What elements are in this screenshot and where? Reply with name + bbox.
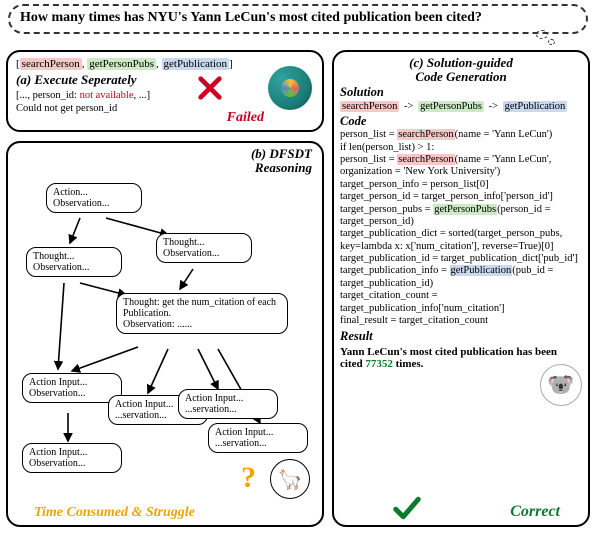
ai2b: ...servation... <box>115 410 167 421</box>
c5: target_person_id = target_person_info['p… <box>340 191 553 202</box>
spiral-icon <box>268 66 312 110</box>
mid-c: Observation: ...... <box>123 319 192 330</box>
code-block: person_list = searchPerson(name = 'Yann … <box>340 129 582 327</box>
panel-c-title: (c) Solution-guided Code Generation <box>340 56 582 83</box>
node-ai-1: Action Input... Observation... <box>22 373 122 403</box>
speech-tail <box>536 30 556 46</box>
res-num: 77352 <box>365 358 393 370</box>
c1b: searchPerson <box>397 129 454 140</box>
node-mid: Thought: get the num_citation of each Pu… <box>116 293 288 334</box>
api-tags: [searchPerson, getPersonPubs, getPublica… <box>16 58 314 70</box>
section-code: Code <box>340 114 582 129</box>
sol-t1: searchPerson <box>340 101 399 112</box>
tag-getpublication: getPublication <box>162 58 230 70</box>
failed-label: Failed <box>227 110 264 126</box>
c2: if len(person_list) > 1: <box>340 142 434 153</box>
node-ai-5: Action Input... Observation... <box>22 443 122 473</box>
sol-t3: getPublication <box>503 101 568 112</box>
mid-a: Thought: <box>123 297 160 308</box>
res-post: times. <box>393 358 424 370</box>
line1-suf: , ...] <box>134 90 151 101</box>
panel-a: [searchPerson, getPersonPubs, getPublica… <box>6 50 324 132</box>
ai1b: Observation... <box>29 388 85 399</box>
solution-chain: searchPerson -> getPersonPubs -> getPubl… <box>340 101 582 112</box>
c7: target_publication_dict = sorted(target_… <box>340 228 562 251</box>
node-thought-2: Thought... Observation... <box>156 233 252 263</box>
line1-pre: [..., person_id: <box>16 90 80 101</box>
tag-getpersonpubs: getPersonPubs <box>87 58 156 70</box>
time-consumed-label: Time Consumed & Struggle <box>34 505 195 521</box>
llama-icon: 🦙 <box>270 459 310 499</box>
c3b: searchPerson <box>397 154 454 165</box>
n2a: Thought... <box>33 251 74 262</box>
node-ai-4: Action Input... ...servation... <box>208 423 308 453</box>
c3a: person_list = <box>340 154 397 165</box>
sol-t2: getPersonPubs <box>418 101 484 112</box>
n1a: Action... <box>53 187 88 198</box>
panel-a-line2: Could not get person_id <box>16 103 314 114</box>
ai5a: Action Input... <box>29 447 87 458</box>
section-solution: Solution <box>340 85 582 100</box>
section-result: Result <box>340 329 582 344</box>
c11: final_result = target_citation_count <box>340 315 488 326</box>
c8: target_publication_id = target_publicati… <box>340 253 578 264</box>
c4: target_person_info = person_list[0] <box>340 179 489 190</box>
arrow-sep2: -> <box>489 101 498 112</box>
panel-c: (c) Solution-guided Code Generation Solu… <box>332 50 590 527</box>
panel-b-title2: Reasoning <box>255 160 312 175</box>
ai3a: Action Input... <box>185 393 243 404</box>
x-icon <box>196 74 224 102</box>
node-action-1: Action... Observation... <box>46 183 142 213</box>
n1b: Observation... <box>53 198 109 209</box>
c10: target_citation_count = target_publicati… <box>340 290 505 313</box>
arrow-sep1: -> <box>404 101 413 112</box>
ai4b: ...servation... <box>215 438 267 449</box>
koala-icon: 🐨 <box>540 364 582 406</box>
correct-label: Correct <box>510 503 560 521</box>
panel-b-title: (b) DFSDT Reasoning <box>251 147 312 174</box>
ai4a: Action Input... <box>215 427 273 438</box>
question-mark-icon: ? <box>241 461 256 495</box>
c6b: getPersonPubs <box>433 204 497 215</box>
c6a: target_person_pubs = <box>340 204 433 215</box>
tag-searchperson: searchPerson <box>20 58 82 70</box>
node-ai-3: Action Input... ...servation... <box>178 389 278 419</box>
panel-c-title2: Code Generation <box>415 69 506 84</box>
ai2a: Action Input... <box>115 399 173 410</box>
n3a: Thought... <box>163 237 204 248</box>
n3b: Observation... <box>163 248 219 259</box>
panel-b: (b) DFSDT Reasoning Action... Observatio… <box>6 141 324 527</box>
node-thought-1: Thought... Observation... <box>26 247 122 277</box>
n2b: Observation... <box>33 262 89 273</box>
ai1a: Action Input... <box>29 377 87 388</box>
result-text: Yann LeCun's most cited publication has … <box>340 346 582 370</box>
question-bubble: How many times has NYU's Yann LeCun's mo… <box>8 4 588 34</box>
check-icon <box>392 493 422 523</box>
ai3b: ...servation... <box>185 404 237 415</box>
ai5b: Observation... <box>29 458 85 469</box>
question-text: How many times has NYU's Yann LeCun's mo… <box>20 10 482 25</box>
c9a: target_publication_info = <box>340 265 450 276</box>
line1-mid: not available <box>80 90 134 101</box>
c1a: person_list = <box>340 129 397 140</box>
c1c: (name = 'Yann LeCun') <box>455 129 553 140</box>
c9b: getPublication <box>450 265 513 276</box>
